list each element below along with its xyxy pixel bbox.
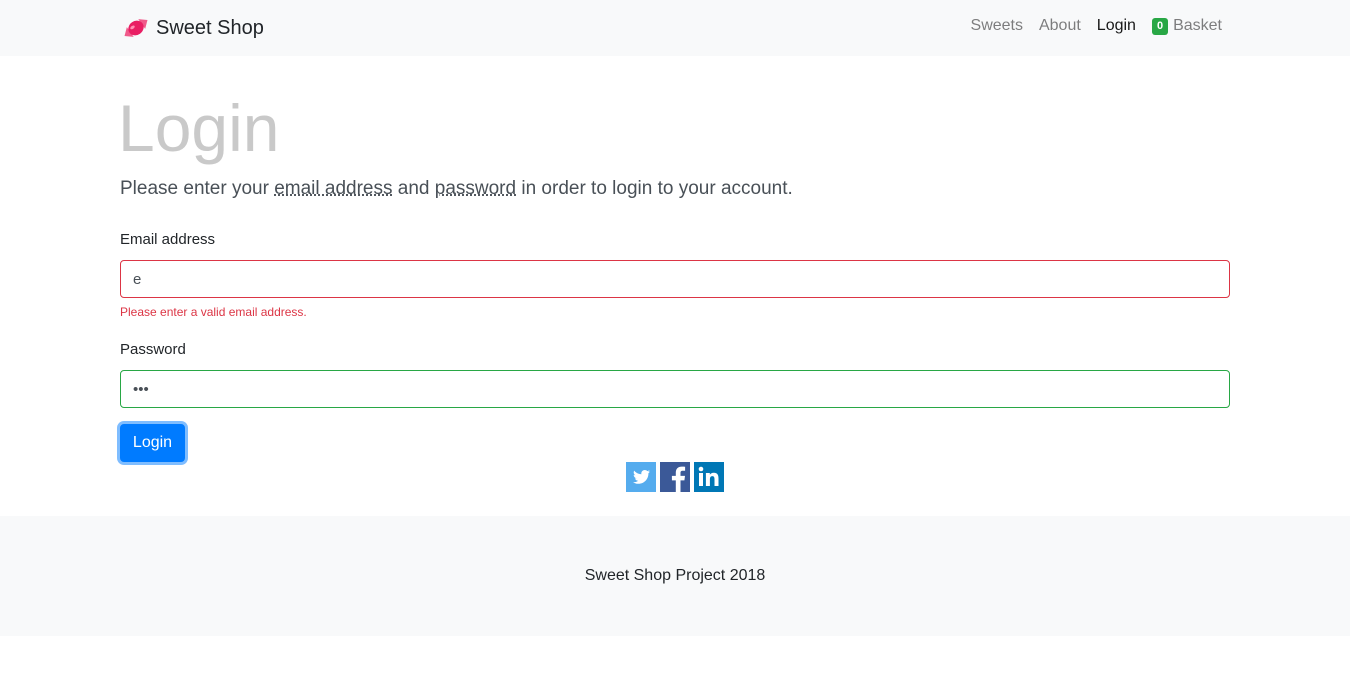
login-button[interactable]: Login [120, 424, 185, 462]
social-links [626, 462, 728, 492]
nav-link-basket[interactable]: 0 Basket [1151, 17, 1222, 35]
footer-text: Sweet Shop Project 2018 [584, 567, 766, 584]
page-title: Login [118, 91, 280, 165]
lead-text: Please enter your email address and pass… [120, 178, 793, 200]
lead-part-1: Please enter your [120, 178, 275, 199]
facebook-icon[interactable] [660, 462, 690, 492]
candy-icon [124, 19, 148, 37]
email-abbr: email address [274, 178, 393, 199]
nav-link-sweets[interactable]: Sweets [971, 17, 1023, 35]
email-label: Email address [120, 231, 216, 248]
brand-link[interactable]: Sweet Shop [120, 12, 264, 44]
navbar: Sweet Shop Sweets About Login 0 Basket [0, 0, 1350, 56]
basket-count-badge: 0 [1151, 17, 1169, 35]
basket-label: Basket [1173, 17, 1222, 34]
email-error: Please enter a valid email address. [120, 305, 307, 319]
password-field-value: ••• [133, 380, 149, 398]
password-label: Password [120, 341, 186, 358]
nav-link-about[interactable]: About [1039, 17, 1081, 35]
email-field[interactable]: e [120, 260, 1230, 298]
main-nav: Sweets About Login 0 Basket [955, 17, 1222, 35]
nav-link-login[interactable]: Login [1097, 17, 1136, 35]
footer: Sweet Shop Project 2018 [0, 516, 1350, 636]
email-field-value: e [133, 270, 142, 288]
lead-part-3: in order to login to your account. [516, 178, 793, 199]
twitter-icon[interactable] [626, 462, 656, 492]
linkedin-icon[interactable] [694, 462, 724, 492]
lead-part-2: and [392, 178, 435, 199]
password-abbr: password [434, 178, 517, 199]
brand-name: Sweet Shop [156, 16, 264, 39]
password-field[interactable]: ••• [120, 370, 1230, 408]
